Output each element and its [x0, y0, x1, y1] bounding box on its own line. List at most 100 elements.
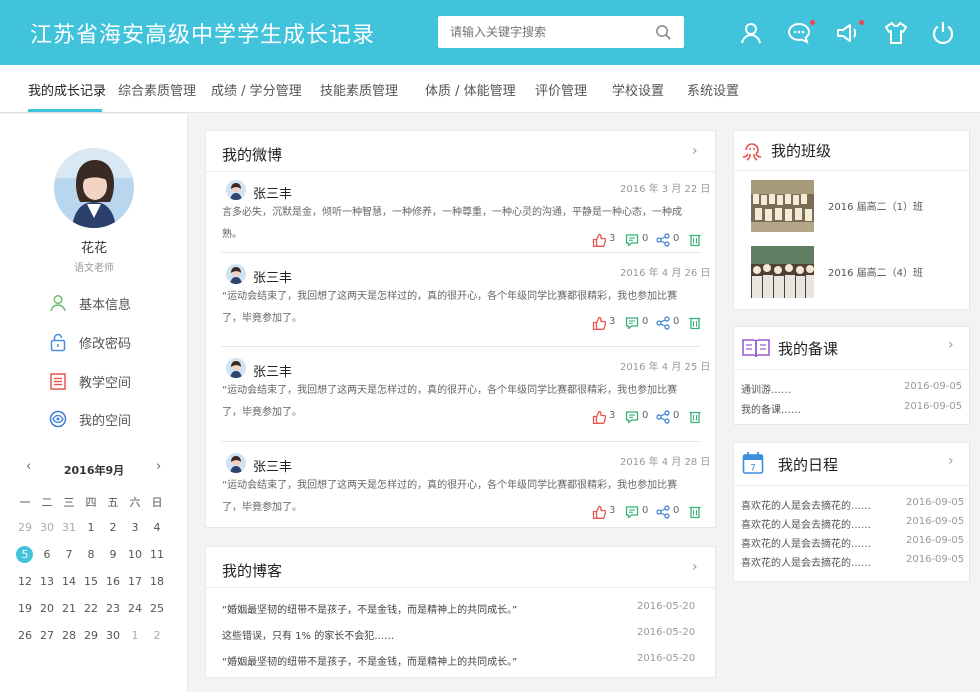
blog-item-title[interactable]: 这些错误，只有 1% 的家长不会犯……: [222, 627, 394, 642]
nav-item-fitness[interactable]: 体质 / 体能管理: [425, 80, 516, 99]
divider: [734, 369, 969, 370]
nav-item-grades[interactable]: 成绩 / 学分管理: [211, 80, 302, 99]
nav-item-quality[interactable]: 综合素质管理: [118, 80, 196, 99]
calendar-day[interactable]: 30: [102, 629, 124, 642]
calendar-day[interactable]: 9: [102, 548, 124, 561]
search-input[interactable]: [438, 16, 648, 48]
post-actions: 3 0 0: [592, 409, 702, 425]
calendar-day[interactable]: 29: [80, 629, 102, 642]
post-avatar[interactable]: [226, 453, 246, 473]
sidebar-item-teaching-space[interactable]: 教学空间: [48, 369, 168, 393]
blog-item-title[interactable]: “婚姻最坚韧的纽带不是孩子，不是金钱，而是精神上的共同成长。”: [222, 601, 517, 616]
calendar-day[interactable]: 20: [36, 602, 58, 615]
calendar-day[interactable]: 27: [36, 629, 58, 642]
class-name[interactable]: 2016 届高二（1）班: [828, 198, 923, 213]
calendar-weekday: 六: [129, 496, 141, 509]
calendar-day[interactable]: 21: [58, 602, 80, 615]
eye-icon: [49, 410, 67, 428]
chevron-right-icon[interactable]: ›: [948, 453, 954, 469]
calendar-day[interactable]: 29: [14, 521, 36, 534]
like-count: 3: [609, 505, 616, 516]
calendar-day[interactable]: 2: [146, 629, 168, 642]
schedule-item-title[interactable]: 喜欢花的人是会去摘花的……: [741, 554, 871, 569]
post-avatar[interactable]: [226, 358, 246, 378]
class-photo[interactable]: [751, 180, 814, 232]
sidebar-item-my-space[interactable]: 我的空间: [48, 407, 168, 431]
divider: [221, 441, 701, 442]
calendar-day[interactable]: 22: [80, 602, 102, 615]
search-box: [438, 16, 684, 48]
main-nav: 我的成长记录 综合素质管理 成绩 / 学分管理 技能素质管理 体质 / 体能管理…: [0, 65, 980, 113]
calendar-day[interactable]: 24: [124, 602, 146, 615]
avatar[interactable]: [54, 148, 134, 228]
calendar-day[interactable]: 25: [146, 602, 168, 615]
schedule-item-title[interactable]: 喜欢花的人是会去摘花的……: [741, 535, 871, 550]
trash-icon: [689, 317, 701, 330]
calendar-day[interactable]: 2: [102, 521, 124, 534]
blog-item-title[interactable]: “婚姻最坚韧的纽带不是孩子，不是金钱，而是精神上的共同成长。”: [222, 653, 517, 668]
chevron-right-icon[interactable]: ›: [692, 143, 698, 159]
divider: [734, 170, 969, 171]
announce-icon[interactable]: [835, 20, 864, 46]
nav-item-skills[interactable]: 技能素质管理: [320, 80, 398, 99]
schedule-item-title[interactable]: 喜欢花的人是会去摘花的……: [741, 516, 871, 531]
calendar-icon: 7: [742, 452, 764, 474]
calendar-day[interactable]: 26: [14, 629, 36, 642]
nav-item-school-settings[interactable]: 学校设置: [612, 80, 664, 99]
shirt-icon[interactable]: [883, 20, 909, 46]
power-icon[interactable]: [930, 20, 956, 46]
calendar-day[interactable]: 28: [58, 629, 80, 642]
divider: [206, 171, 715, 172]
calendar-day[interactable]: 11: [146, 548, 168, 561]
calendar-day[interactable]: 18: [146, 575, 168, 588]
chevron-right-icon[interactable]: ›: [948, 337, 954, 353]
calendar-day[interactable]: 3: [124, 521, 146, 534]
schedule-item-date: 2016-09-05: [906, 554, 965, 565]
divider: [221, 346, 701, 347]
trash-icon: [689, 411, 701, 424]
sidebar-item-change-password[interactable]: 修改密码: [48, 330, 168, 354]
message-icon[interactable]: [786, 20, 815, 46]
nav-item-growth-record[interactable]: 我的成长记录: [28, 80, 106, 99]
post-avatar[interactable]: [226, 264, 246, 284]
calendar-day[interactable]: 8: [80, 548, 102, 561]
calendar-day[interactable]: 17: [124, 575, 146, 588]
lesson-item-title[interactable]: 通训游……: [741, 381, 791, 396]
post-author[interactable]: 张三丰: [253, 361, 292, 380]
calendar-day[interactable]: 23: [102, 602, 124, 615]
comment-count: 0: [642, 505, 649, 516]
calendar-next-button[interactable]: ›: [156, 459, 161, 474]
lesson-item-title[interactable]: 我的备课……: [741, 401, 801, 416]
share-count: 0: [673, 316, 680, 327]
class-photo[interactable]: [751, 246, 814, 298]
calendar-day[interactable]: 15: [80, 575, 102, 588]
calendar-day[interactable]: 13: [36, 575, 58, 588]
post-avatar[interactable]: [226, 180, 246, 200]
post-author[interactable]: 张三丰: [253, 267, 292, 286]
post-author[interactable]: 张三丰: [253, 183, 292, 202]
nav-item-evaluation[interactable]: 评价管理: [535, 80, 587, 99]
calendar-day[interactable]: 14: [58, 575, 80, 588]
sidebar-item-basic-info[interactable]: 基本信息: [48, 291, 168, 315]
calendar-day[interactable]: 10: [124, 548, 146, 561]
calendar-day[interactable]: 31: [58, 521, 80, 534]
user-icon[interactable]: [738, 20, 764, 46]
post-author[interactable]: 张三丰: [253, 456, 292, 475]
calendar-day[interactable]: 1: [124, 629, 146, 642]
calendar-day[interactable]: 4: [146, 521, 168, 534]
calendar-day[interactable]: 16: [102, 575, 124, 588]
calendar-day[interactable]: 6: [36, 548, 58, 561]
calendar-day[interactable]: 19: [14, 602, 36, 615]
chevron-right-icon[interactable]: ›: [692, 559, 698, 575]
search-icon[interactable]: [655, 24, 672, 41]
blog-item-date: 2016-05-20: [637, 627, 696, 638]
nav-item-system-settings[interactable]: 系统设置: [687, 80, 739, 99]
calendar-day[interactable]: 7: [58, 548, 80, 561]
calendar-day[interactable]: 30: [36, 521, 58, 534]
calendar-day[interactable]: 12: [14, 575, 36, 588]
calendar-day-today[interactable]: 5: [14, 548, 36, 561]
class-name[interactable]: 2016 届高二（4）班: [828, 264, 923, 279]
calendar-day[interactable]: 1: [80, 521, 102, 534]
site-title: 江苏省海安高级中学学生成长记录: [30, 23, 376, 48]
schedule-item-title[interactable]: 喜欢花的人是会去摘花的……: [741, 497, 871, 512]
